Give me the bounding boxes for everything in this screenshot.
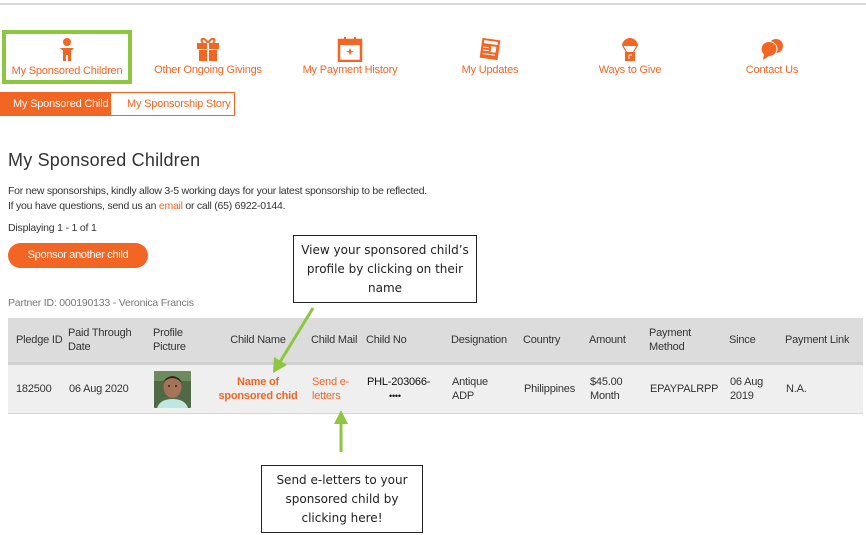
col-since: Since (729, 318, 785, 365)
pagination-count: Displaying 1 - 1 of 1 (8, 222, 97, 234)
child-name-link[interactable]: Name of sponsored chid (213, 375, 303, 403)
arrow-to-send-eletters (334, 410, 348, 452)
info-line-2: If you have questions, send us an email … (8, 199, 427, 214)
tab-my-sponsorship-story[interactable]: My Sponsorship Story (111, 92, 235, 116)
newspaper-icon (479, 37, 501, 61)
main-nav: My Sponsored Children Other Ongoing Givi… (0, 30, 866, 86)
nav-contact-us[interactable]: Contact Us (722, 30, 822, 82)
amount-value: $45.00 Month (590, 376, 623, 402)
col-pledge-id: Pledge ID (8, 318, 68, 365)
cell-child-no: PHL-203066- •••• (366, 363, 451, 414)
cell-pledge-id: 182500 (8, 363, 68, 414)
col-designation: Designation (451, 318, 523, 365)
cell-payment-method: EPAYPALRPP (649, 363, 729, 414)
cell-child-name: Name of sponsored chid (205, 363, 311, 414)
col-payment-link: Payment Link (785, 318, 863, 365)
table-header-row: Pledge ID Paid Through Date Profile Pict… (8, 318, 863, 365)
nav-my-payment-history[interactable]: My Payment History (290, 30, 410, 82)
info-line-2-prefix: If you have questions, send us an (8, 200, 159, 212)
since-value: 06 Aug 2019 (730, 376, 764, 402)
cell-paid-through: 06 Aug 2020 (68, 363, 153, 414)
chat-bubbles-icon (760, 39, 783, 60)
child-profile-photo[interactable] (154, 370, 191, 408)
col-profile-picture: Profile Picture (153, 318, 205, 365)
cell-designation: Antique ADP (451, 363, 523, 414)
nav-my-sponsored-children[interactable]: My Sponsored Children (2, 30, 132, 84)
sub-tabs: My Sponsored Child My Sponsorship Story (0, 92, 235, 116)
gift-icon (197, 37, 219, 61)
parachute-icon (622, 38, 638, 61)
nav-my-updates[interactable]: My Updates (440, 30, 540, 82)
col-amount: Amount (589, 318, 649, 365)
cell-payment-link: N.A. (785, 363, 863, 414)
cell-country: Philippines (523, 363, 589, 414)
cell-amount: $45.00 Month (589, 363, 649, 414)
nav-ways-to-give[interactable]: Ways to Give (580, 30, 680, 82)
tab-my-sponsored-child[interactable]: My Sponsored Child (0, 92, 111, 116)
table-row: 182500 06 Aug 2020 Name of sponsored chi… (8, 363, 863, 414)
col-child-no: Child No (366, 318, 451, 365)
cell-profile-picture (153, 363, 205, 414)
calendar-icon (337, 37, 363, 62)
partner-id: Partner ID: 000190133 - Veronica Francis (8, 297, 194, 309)
email-link[interactable]: email (159, 200, 183, 212)
cell-since: 06 Aug 2019 (729, 363, 785, 414)
child-no-masked: •••• (389, 391, 401, 401)
child-icon (60, 38, 74, 61)
sponsored-children-table: Pledge ID Paid Through Date Profile Pict… (8, 318, 863, 414)
col-child-mail: Child Mail (311, 318, 366, 365)
col-payment-method: Payment Method (649, 318, 729, 365)
send-eletters-link[interactable]: Send e-letters (312, 375, 354, 403)
callout-view-profile: View your sponsored child’s profile by c… (293, 235, 477, 303)
sponsor-another-child-button[interactable]: Sponsor another child (8, 243, 148, 268)
cell-child-mail: Send e-letters (311, 363, 366, 414)
info-line-2-suffix: or call (65) 6922-0144. (182, 200, 286, 212)
child-no-value: PHL-203066- (367, 376, 431, 388)
col-child-name: Child Name (205, 318, 311, 365)
page-title: My Sponsored Children (8, 150, 201, 170)
top-divider (0, 3, 866, 5)
col-country: Country (523, 318, 589, 365)
nav-other-ongoing-givings[interactable]: Other Ongoing Givings (148, 30, 268, 82)
col-paid-through-date: Paid Through Date (68, 318, 153, 365)
info-line-1: For new sponsorships, kindly allow 3-5 w… (8, 185, 427, 197)
designation-value: Antique ADP (452, 376, 488, 402)
info-text: For new sponsorships, kindly allow 3-5 w… (8, 184, 427, 214)
callout-send-eletters: Send e-letters to your sponsored child b… (261, 465, 423, 533)
